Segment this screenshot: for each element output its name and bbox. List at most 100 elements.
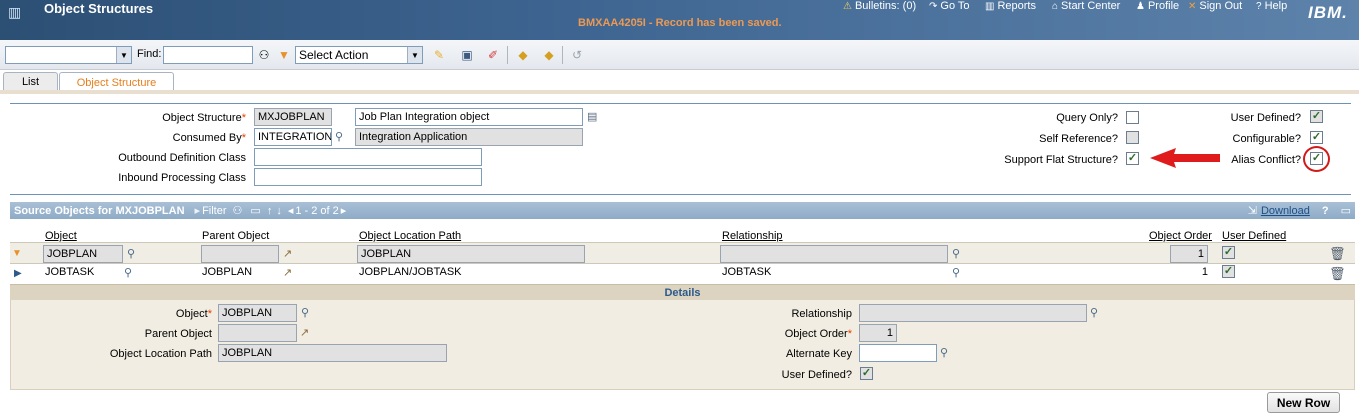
dropdown-arrow-icon[interactable]: ▼ <box>275 46 293 64</box>
find-input[interactable] <box>163 46 253 64</box>
app-icon: ▥ <box>8 4 22 20</box>
chevron-down-icon: ▼ <box>116 47 131 63</box>
query-select[interactable]: ▼ <box>5 46 132 64</box>
chevron-down-icon: ▼ <box>407 47 422 63</box>
details-header: Details <box>10 284 1355 300</box>
detail-relationship-field[interactable] <box>859 304 1087 322</box>
toolbar-divider <box>562 46 563 64</box>
search-icon[interactable]: ⚲ <box>952 266 960 279</box>
go-to-icon[interactable]: ↗ <box>283 266 292 279</box>
detail-object-order-label-text: Object Order <box>784 328 848 340</box>
row-object-field[interactable]: JOBPLAN <box>43 245 123 263</box>
row-collapsed-icon[interactable]: ▶ <box>14 268 22 279</box>
consumed-by-field[interactable]: INTEGRATION <box>254 128 332 146</box>
inbound-processing-class-label: Inbound Processing Class <box>118 172 246 184</box>
query-only-checkbox[interactable] <box>1126 111 1139 124</box>
delete-row-icon[interactable]: 🗑 <box>1329 266 1346 282</box>
detail-object-order-field[interactable]: 1 <box>859 324 897 342</box>
clear-changes-icon[interactable]: ✐ <box>484 46 502 64</box>
search-icon[interactable]: ⚲ <box>335 130 343 143</box>
download-link[interactable]: Download <box>1261 205 1310 217</box>
go-to-icon[interactable]: ↗ <box>300 326 309 339</box>
refresh-icon[interactable]: ↺ <box>568 46 586 64</box>
object-structure-field[interactable]: MXJOBPLAN <box>254 108 332 126</box>
search-icon[interactable]: ⚲ <box>1090 306 1098 319</box>
filter-icon[interactable]: ▸ <box>195 204 201 217</box>
select-action-dropdown[interactable]: Select Action ▼ <box>295 46 423 64</box>
section-divider <box>10 103 1351 104</box>
profile-link[interactable]: ♟ Profile <box>1136 0 1179 12</box>
bulletin-icon: ⚠ <box>843 0 852 12</box>
goto-icon: ↷ <box>929 0 938 12</box>
configurable-checkbox[interactable]: ✓ <box>1310 131 1323 144</box>
detail-path-field: JOBPLAN <box>218 344 447 362</box>
tab-object-structure[interactable]: Object Structure <box>59 72 174 92</box>
start-center-link[interactable]: ⌂ Start Center <box>1052 0 1120 12</box>
detail-path-label: Object Location Path <box>109 348 212 360</box>
outbound-definition-class-field[interactable] <box>254 148 482 166</box>
row-relationship: JOBTASK <box>722 266 772 278</box>
profile-icon: ♟ <box>1136 0 1145 12</box>
row-relationship-field[interactable] <box>720 245 948 263</box>
support-flat-structure-label: Support Flat Structure? <box>1004 154 1118 166</box>
select-records-icon[interactable]: ▭ <box>250 204 260 217</box>
pagination-label: 1 - 2 of 2 <box>295 204 339 217</box>
next-page-icon[interactable]: ▸ <box>341 204 347 217</box>
column-object-location-path[interactable]: Object Location Path <box>359 230 461 242</box>
new-record-icon[interactable]: ✎ <box>430 46 448 64</box>
reports-link[interactable]: ▥ Reports <box>985 0 1036 12</box>
query-only-label: Query Only? <box>1056 112 1118 124</box>
detail-user-defined-label: User Defined? <box>781 369 852 381</box>
filter-link[interactable]: Filter <box>202 205 226 217</box>
save-icon[interactable]: ▣ <box>458 46 476 64</box>
status-message: BMXAA4205I - Record has been saved. <box>578 17 782 29</box>
object-structure-description[interactable]: Job Plan Integration object <box>355 108 583 126</box>
row-order: 1 <box>1201 266 1208 278</box>
detail-parent-object-field <box>218 324 297 342</box>
ibm-logo: IBM. <box>1308 3 1348 22</box>
go-to-icon[interactable]: ↗ <box>283 247 292 260</box>
search-icon[interactable]: ⚲ <box>124 266 132 279</box>
column-object-order[interactable]: Object Order <box>1149 230 1212 242</box>
up-arrow-icon[interactable]: ↑ <box>267 205 273 217</box>
detail-alternate-key-label: Alternate Key <box>785 348 852 360</box>
goto-link[interactable]: ↷ Go To <box>929 0 970 12</box>
clear-filter-icon[interactable]: ⚇ <box>233 204 243 217</box>
bulletins-link[interactable]: ⚠ Bulletins: (0) <box>843 0 916 12</box>
delete-row-icon[interactable]: 🗑 <box>1329 246 1346 262</box>
row-order-field[interactable]: 1 <box>1170 245 1208 263</box>
bulletins-label: Bulletins: (0) <box>854 0 917 12</box>
detail-object-field[interactable]: JOBPLAN <box>218 304 297 322</box>
long-description-icon[interactable]: ▤ <box>587 110 597 123</box>
tab-list[interactable]: List <box>3 72 58 91</box>
search-icon[interactable]: ⚲ <box>301 306 309 319</box>
previous-page-icon[interactable]: ◂ <box>288 204 294 217</box>
find-label: Find: <box>137 48 162 60</box>
search-icon[interactable]: ⚲ <box>952 247 960 260</box>
search-icon[interactable]: ⚲ <box>940 346 948 359</box>
user-defined-label: User Defined? <box>1230 112 1301 124</box>
help-icon: ? <box>1256 0 1262 12</box>
search-icon[interactable]: ⚲ <box>127 247 135 260</box>
table-help-link[interactable]: ? <box>1322 205 1329 217</box>
consumed-by-label-text: Consumed By <box>172 132 242 144</box>
support-flat-structure-checkbox[interactable]: ✓ <box>1126 152 1139 165</box>
next-record-icon[interactable]: ◆ <box>540 46 558 64</box>
download-icon[interactable]: ⇲ <box>1248 204 1257 217</box>
binoculars-icon[interactable]: ⚇ <box>255 46 273 64</box>
column-relationship[interactable]: Relationship <box>722 230 783 242</box>
sign-out-label: Sign Out <box>1199 0 1243 12</box>
previous-record-icon[interactable]: ◆ <box>514 46 532 64</box>
collapse-icon[interactable]: ▭ <box>1341 204 1351 217</box>
user-defined-checkbox: ✓ <box>1310 110 1323 123</box>
new-row-button[interactable]: New Row <box>1267 392 1340 413</box>
column-object[interactable]: Object <box>45 230 77 242</box>
inbound-processing-class-field[interactable] <box>254 168 482 186</box>
self-reference-checkbox[interactable] <box>1126 131 1139 144</box>
help-link[interactable]: ? Help <box>1256 0 1287 12</box>
sign-out-link[interactable]: ✕ Sign Out <box>1188 0 1242 12</box>
detail-alternate-key-field[interactable] <box>859 344 937 362</box>
down-arrow-icon[interactable]: ↓ <box>276 205 282 217</box>
column-user-defined[interactable]: User Defined <box>1222 230 1286 242</box>
row-expanded-icon[interactable]: ▼ <box>12 248 22 259</box>
